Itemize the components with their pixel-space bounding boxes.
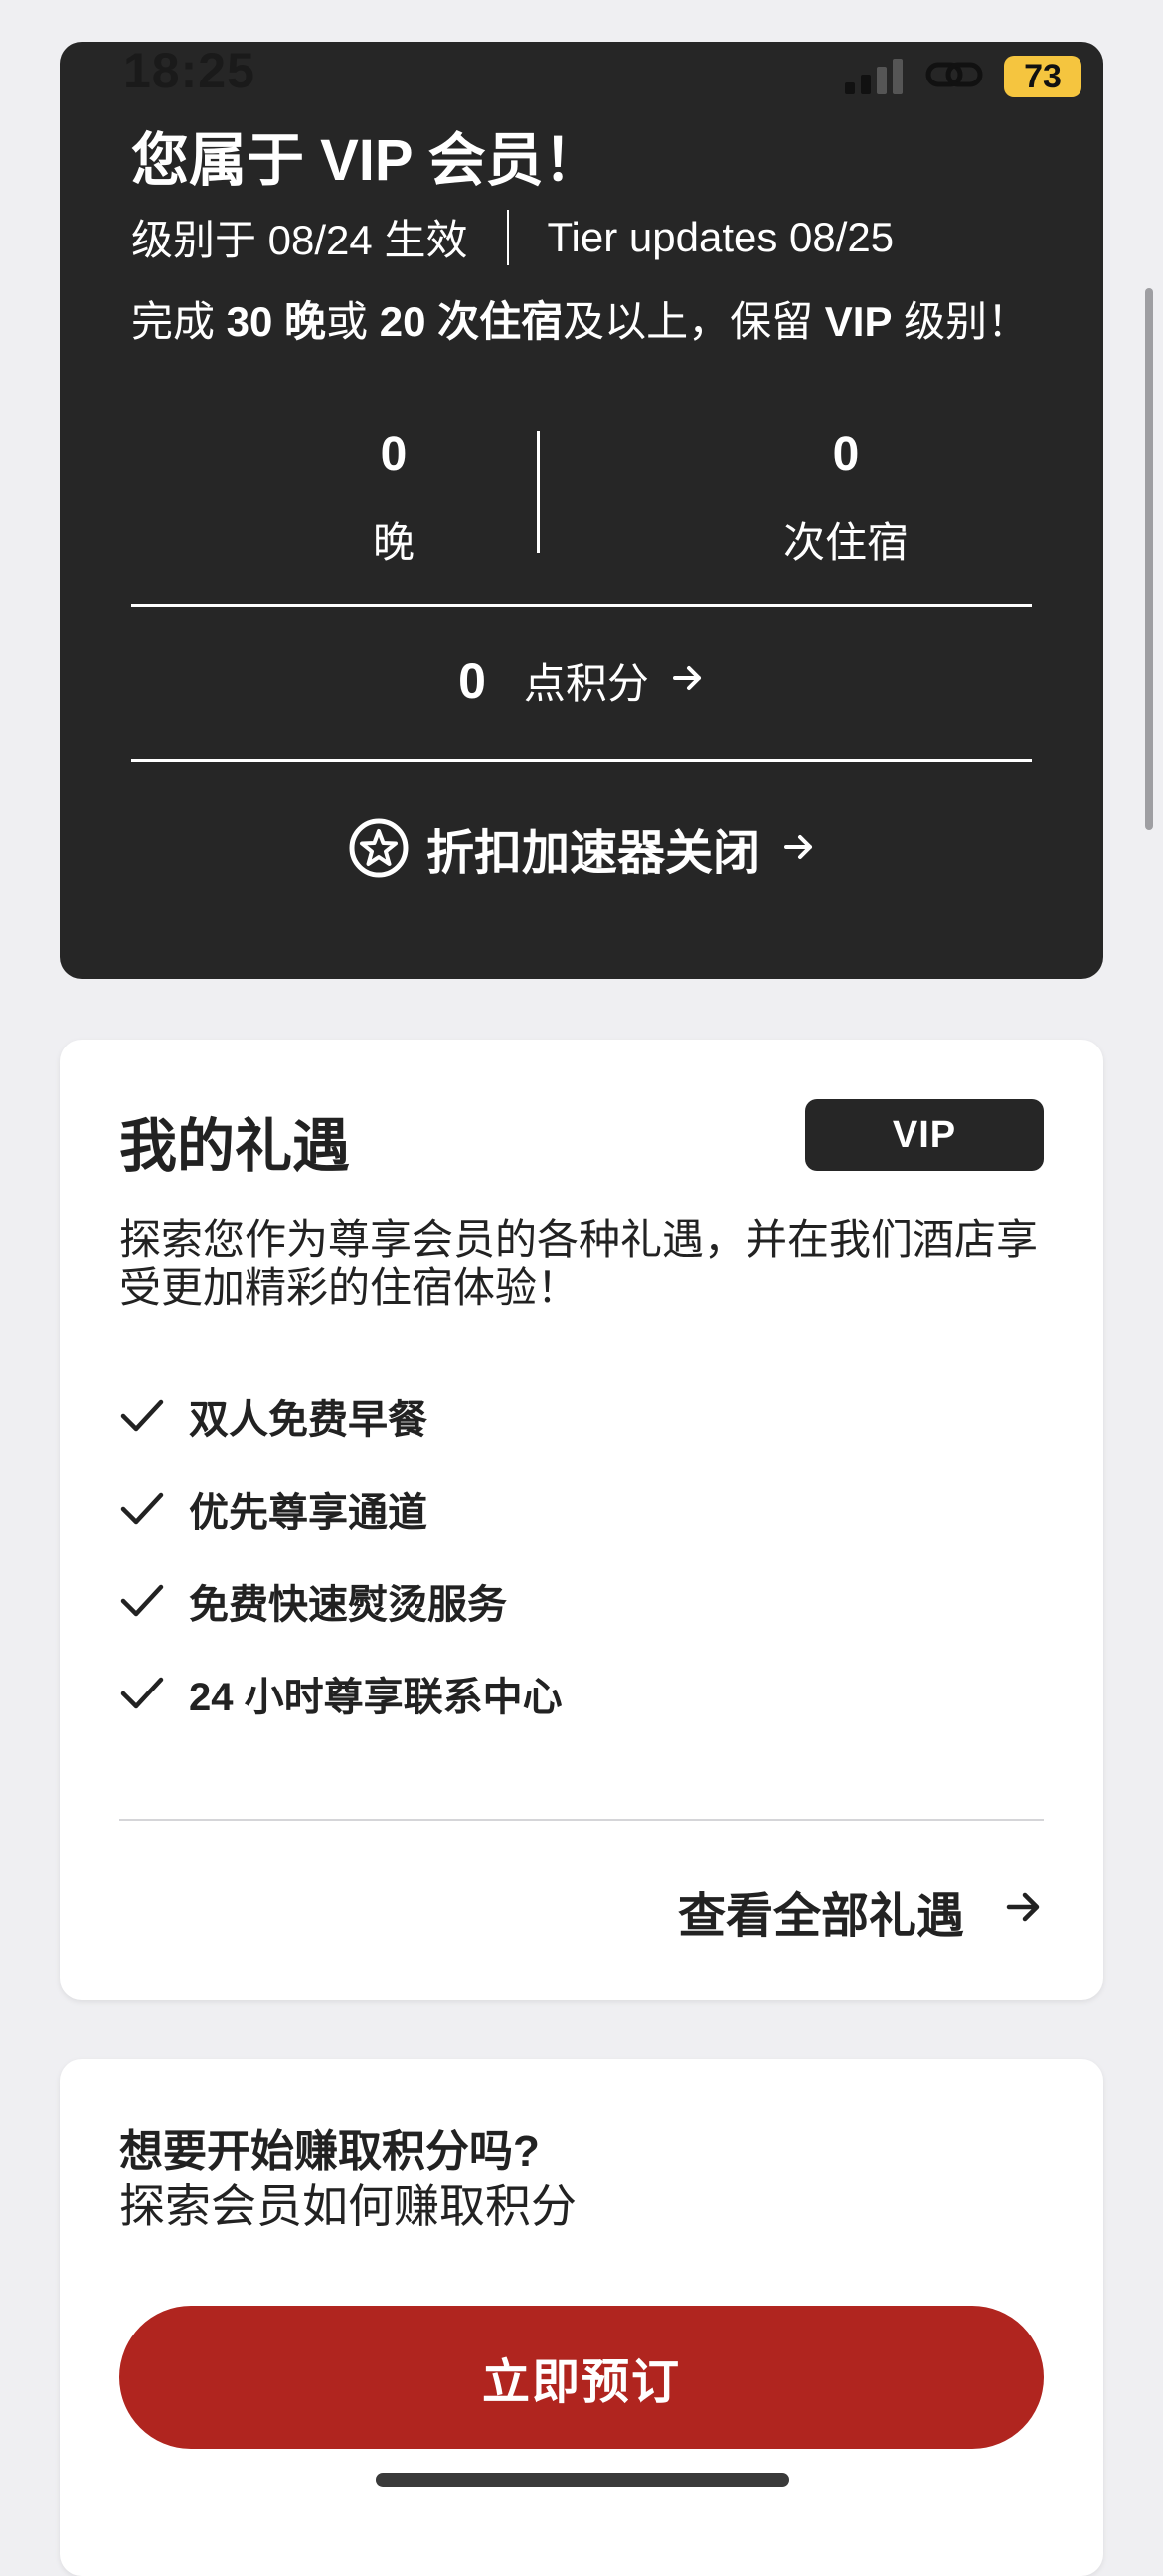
list-item: 双人免费早餐 [119, 1369, 563, 1462]
retain-prefix: 完成 [131, 298, 227, 345]
home-indicator[interactable] [376, 2473, 789, 2487]
tier-badge: VIP [805, 1099, 1044, 1171]
points-label: 点积分 [523, 660, 649, 707]
status-bar-indicators: 73 [845, 52, 1081, 101]
divider-line [131, 604, 1032, 607]
member-status-card: 您属于 VIP 会员！ 级别于 08/24 生效 Tier updates 08… [60, 42, 1103, 979]
tier-update-date: Tier updates 08/25 [547, 213, 895, 260]
book-now-button[interactable]: 立即预订 [119, 2306, 1044, 2449]
tier-dates: 级别于 08/24 生效 Tier updates 08/25 [131, 207, 894, 267]
list-item: 优先尊享通道 [119, 1462, 563, 1554]
earn-points-subheading: 探索会员如何赚取积分 [119, 2180, 577, 2232]
nights-count: 0 [380, 428, 408, 481]
divider-line [119, 1819, 1044, 1821]
benefits-card: 我的礼遇 VIP 探索您作为尊享会员的各种礼遇，并在我们酒店享受更加精彩的住宿体… [60, 1040, 1103, 2000]
tier-retention-text: 完成 30 晚或 20 次住宿及以上，保留 VIP 级别！ [131, 288, 1029, 349]
retain-end: 级别！ [892, 298, 1030, 345]
arrow-right-icon [782, 821, 816, 876]
points-count: 0 [458, 652, 486, 709]
stays-stat: 0 次住宿 [697, 427, 995, 569]
star-circle-icon [347, 816, 411, 880]
battery-icon: 73 [1004, 56, 1081, 97]
benefits-description: 探索您作为尊享会员的各种礼遇，并在我们酒店享受更加精彩的住宿体验！ [119, 1216, 1039, 1311]
stats-divider [537, 431, 540, 553]
stays-label: 次住宿 [782, 519, 909, 565]
retain-tier: VIP [824, 298, 893, 345]
retain-nights-goal: 30 晚 [226, 298, 327, 345]
personal-hotspot-icon [924, 55, 984, 99]
list-item: 24 小时尊享联系中心 [119, 1647, 563, 1739]
member-tier-title: 您属于 VIP 会员！ [131, 128, 601, 193]
discount-accelerator-link[interactable]: 折扣加速器关闭 [60, 813, 1103, 883]
view-all-label: 查看全部礼遇 [677, 1890, 964, 1943]
benefit-label: 免费快速熨烫服务 [189, 1582, 507, 1627]
nights-label: 晚 [372, 519, 415, 565]
cellular-signal-icon [845, 59, 903, 94]
retain-or: 或 [326, 298, 380, 345]
earn-points-card: 想要开始赚取积分吗? 探索会员如何赚取积分 立即预订 [60, 2059, 1103, 2576]
status-bar-time: 18:25 [123, 43, 255, 98]
benefit-list: 双人免费早餐 优先尊享通道 免费快速熨烫服务 24 小时尊享联系中心 [119, 1369, 563, 1739]
divider-line [131, 759, 1032, 762]
nights-stat: 0 晚 [245, 427, 543, 569]
scrollbar[interactable] [1145, 288, 1153, 830]
checkmark-icon [119, 1674, 169, 1713]
checkmark-icon [119, 1489, 169, 1529]
points-link[interactable]: 0 点积分 [60, 650, 1103, 711]
tier-effective-date: 级别于 08/24 生效 [131, 217, 468, 263]
benefit-label: 双人免费早餐 [189, 1397, 427, 1442]
arrow-right-icon [671, 657, 705, 705]
accelerator-label: 折扣加速器关闭 [425, 827, 760, 880]
earn-points-heading: 想要开始赚取积分吗? [119, 2127, 540, 2175]
benefits-title: 我的礼遇 [119, 1114, 351, 1179]
checkmark-icon [119, 1581, 169, 1621]
list-item: 免费快速熨烫服务 [119, 1554, 563, 1647]
retain-stays-goal: 20 次住宿 [379, 298, 564, 345]
stays-count: 0 [832, 428, 860, 481]
retain-suffix: 及以上，保留 [563, 298, 825, 345]
arrow-right-icon [1004, 1884, 1044, 1939]
benefit-label: 24 小时尊享联系中心 [189, 1675, 563, 1719]
view-all-benefits-link[interactable]: 查看全部礼遇 [678, 1876, 1044, 1946]
tier-divider [507, 209, 510, 265]
benefit-label: 优先尊享通道 [189, 1490, 427, 1534]
checkmark-icon [119, 1396, 169, 1436]
